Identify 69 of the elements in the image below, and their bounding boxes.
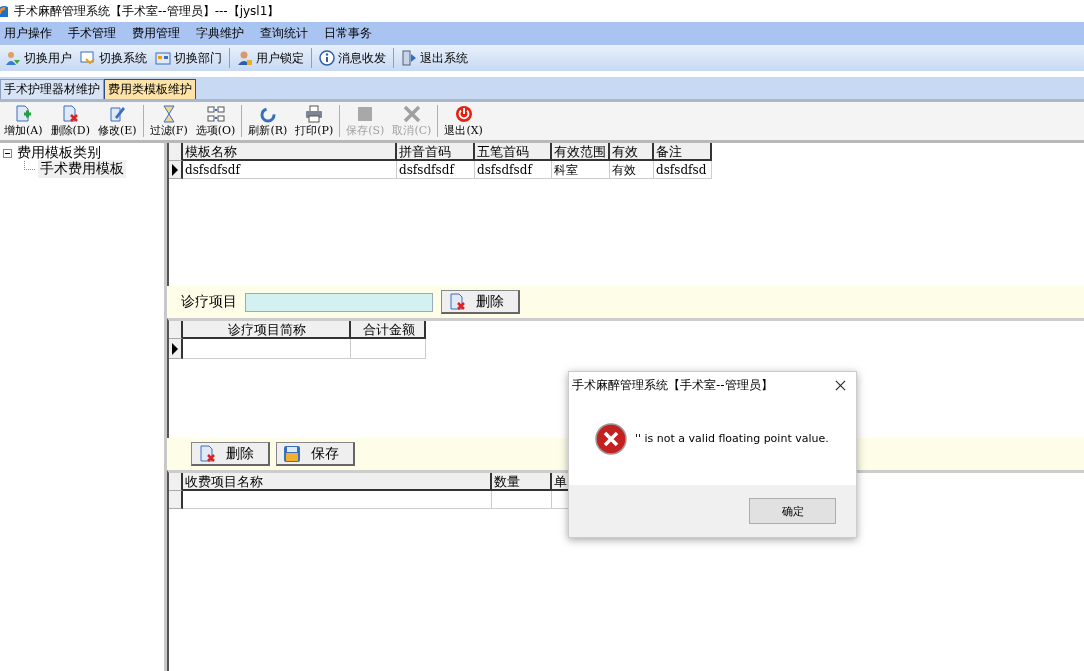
toolbar-button[interactable]: 修改(E) xyxy=(93,103,141,139)
input-field[interactable] xyxy=(245,292,433,312)
square-icon xyxy=(356,104,375,123)
column-header[interactable]: 有效范围 xyxy=(552,143,610,161)
table-cell: dsfsdfsd xyxy=(654,161,712,179)
save-button[interactable]: 保存 xyxy=(276,442,355,466)
tab[interactable]: 费用类模板维护 xyxy=(104,79,196,99)
menu-item[interactable]: 用户操作 xyxy=(0,25,60,42)
column-header[interactable]: 五笔首码 xyxy=(475,143,552,161)
menu-item[interactable]: 手术管理 xyxy=(60,25,124,42)
pencil-icon xyxy=(108,104,127,123)
delete-document-icon xyxy=(448,292,466,311)
close-icon[interactable] xyxy=(835,379,846,391)
error-message: '' is not a valid floating point value. xyxy=(635,432,829,445)
menu-item[interactable]: 费用管理 xyxy=(124,25,188,42)
tree-item[interactable]: 手术费用模板 xyxy=(38,160,126,178)
table-cell: dsfsdfsdf xyxy=(475,161,552,179)
toolbar-button[interactable]: 退出系统 xyxy=(398,47,471,69)
delete-button[interactable]: 删除 xyxy=(441,290,520,314)
header-corner xyxy=(169,321,183,339)
menu-item[interactable]: 字典维护 xyxy=(188,25,252,42)
toolbar-button[interactable]: 切换部门 xyxy=(152,47,225,69)
row-header[interactable] xyxy=(169,339,183,359)
delete-document-icon xyxy=(198,444,216,463)
table-cell: 有效 xyxy=(610,161,654,179)
window-title: 手术麻醉管理系统【手术室--管理员】---【jysl1】 xyxy=(14,2,280,20)
tree-item[interactable]: 费用模板类别 xyxy=(15,144,103,162)
users-icon xyxy=(5,50,21,66)
toolbar-button[interactable]: 过滤(F) xyxy=(145,103,192,139)
column-header[interactable]: 拼音首码 xyxy=(397,143,475,161)
row-header[interactable] xyxy=(169,161,183,179)
toolbar-button[interactable]: 切换系统 xyxy=(77,47,150,69)
ok-button[interactable]: 确定 xyxy=(749,498,836,524)
delete-button[interactable]: 删除 xyxy=(191,442,270,466)
close-icon xyxy=(402,104,421,123)
toolbar-button[interactable]: 消息收发 xyxy=(316,47,389,69)
user-lock-icon xyxy=(237,50,253,66)
row-header[interactable] xyxy=(169,491,183,509)
toolbar-button[interactable]: 选项(O) xyxy=(191,103,240,139)
door-arrow-icon xyxy=(401,50,417,66)
column-header[interactable]: 有效 xyxy=(610,143,654,161)
column-header[interactable]: 数量 xyxy=(492,473,552,491)
toolbar-button[interactable]: 用户锁定 xyxy=(234,47,307,69)
column-header[interactable]: 备注 xyxy=(654,143,712,161)
table-cell: dsfsdfsdf xyxy=(397,161,475,179)
table-cell: dsfsdfsdf xyxy=(183,161,397,179)
toolbar-button[interactable]: 切换用户 xyxy=(2,47,75,69)
error-icon xyxy=(595,422,627,455)
dialog-title: 手术麻醉管理系统【手术室--管理员】 xyxy=(572,376,773,394)
window-icon xyxy=(155,50,171,66)
column-header[interactable]: 模板名称 xyxy=(183,143,397,161)
toolbar-button[interactable]: 刷新(R) xyxy=(244,103,292,139)
column-header[interactable]: 合计金额 xyxy=(351,321,426,339)
delete-document-icon xyxy=(61,104,80,123)
column-header[interactable]: 收费项目名称 xyxy=(183,473,492,491)
collapse-icon[interactable] xyxy=(3,148,12,158)
column-header[interactable]: 诊疗项目简称 xyxy=(183,321,351,339)
tab[interactable]: 手术护理器材维护 xyxy=(0,79,104,99)
table-cell: 科室 xyxy=(552,161,610,179)
toolbar-button[interactable]: 退出(X) xyxy=(440,103,487,139)
header-corner xyxy=(169,473,183,491)
add-document-icon xyxy=(14,104,33,123)
menu-item[interactable]: 查询统计 xyxy=(252,25,316,42)
toolbar-button[interactable]: 打印(P) xyxy=(291,103,338,139)
toolbar-button[interactable]: 增加(A) xyxy=(0,103,47,139)
toolbar-button[interactable]: 删除(D) xyxy=(46,103,94,139)
field-label: 诊疗项目 xyxy=(181,293,237,311)
menu-item[interactable]: 日常事务 xyxy=(316,25,380,42)
info-icon xyxy=(319,50,335,66)
